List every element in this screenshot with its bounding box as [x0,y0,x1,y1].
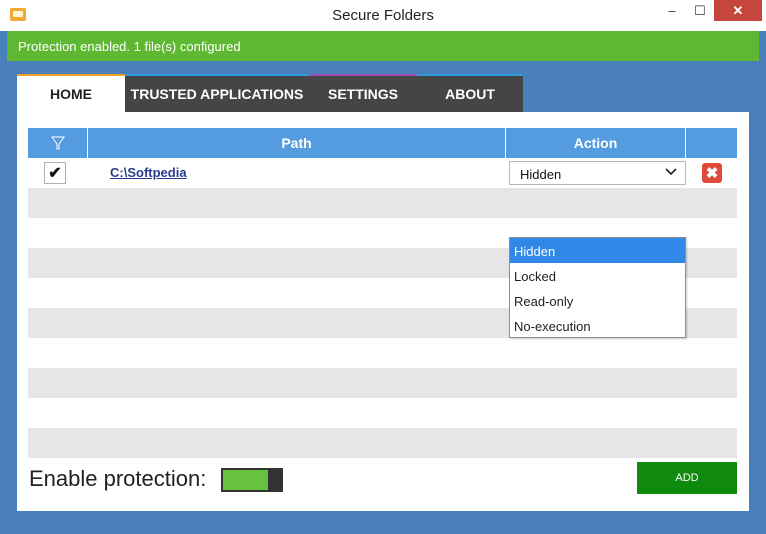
row-checkbox[interactable]: ✔ [44,162,66,184]
home-panel: Path Action ✔ C:\Softpedia Hidden ✖ Hidd… [17,112,749,511]
table-row [28,398,737,428]
table-row [28,188,737,218]
filter-icon [50,136,65,150]
path-link[interactable]: C:\Softpedia [110,165,187,180]
dropdown-option-hidden[interactable]: Hidden [510,238,685,263]
title-bar: Secure Folders – ☐ ✕ [0,0,766,31]
table-row [28,368,737,398]
dropdown-option-locked[interactable]: Locked [510,263,685,288]
main-content: HOME TRUSTED APPLICATIONS SETTINGS ABOUT… [7,61,759,526]
filter-header[interactable] [28,128,88,158]
dropdown-option-no-execution[interactable]: No-execution [510,313,685,338]
enable-protection-label: Enable protection: [29,466,207,491]
maximize-button[interactable]: ☐ [686,0,714,21]
table-row [28,428,737,458]
window-title: Secure Folders [332,7,434,24]
add-button[interactable]: ADD [637,462,737,494]
tab-trusted-applications[interactable]: TRUSTED APPLICATIONS [125,74,309,112]
protection-toggle[interactable] [221,468,283,492]
table-row [28,338,737,368]
status-bar: Protection enabled. 1 file(s) configured [7,31,759,61]
delete-row-button[interactable]: ✖ [702,163,722,183]
column-header-action: Action [506,128,686,158]
action-dropdown: Hidden Locked Read-only No-execution [509,237,686,338]
tab-home[interactable]: HOME [17,74,125,112]
chevron-down-icon [665,168,677,176]
minimize-button[interactable]: – [658,0,686,21]
action-select-value: Hidden [520,167,562,182]
table-header: Path Action [28,128,737,158]
tab-settings[interactable]: SETTINGS [309,74,417,112]
dropdown-option-read-only[interactable]: Read-only [510,288,685,313]
column-header-path: Path [88,128,506,158]
column-header-delete [686,128,737,158]
toggle-fill [223,470,268,490]
table-row: ✔ C:\Softpedia Hidden ✖ [28,158,737,188]
status-text: Protection enabled. 1 file(s) configured [18,39,241,54]
action-select[interactable]: Hidden [509,161,686,185]
tab-about[interactable]: ABOUT [417,74,523,112]
close-button[interactable]: ✕ [714,0,762,21]
